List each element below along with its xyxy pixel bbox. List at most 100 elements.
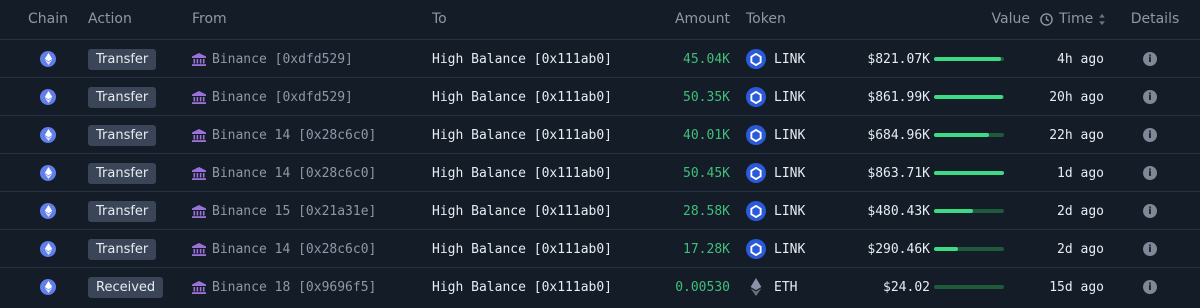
from-address[interactable]: Binance 14 [0x28c6c0] (212, 242, 376, 257)
details-cell: i (1110, 230, 1190, 268)
details-cell: i (1110, 192, 1190, 230)
action-badge[interactable]: Transfer (88, 48, 157, 70)
action-badge[interactable]: Transfer (88, 86, 157, 108)
time-cell: 2d ago (1010, 192, 1104, 230)
header-token[interactable]: Token (746, 0, 846, 38)
header-from[interactable]: From (192, 0, 422, 38)
from-address[interactable]: Binance [0xdfd529] (212, 90, 353, 105)
token-symbol: ETH (774, 279, 798, 295)
from-cell[interactable]: Binance [0xdfd529] (192, 78, 422, 116)
time-cell: 1d ago (1010, 154, 1104, 192)
bank-icon (192, 166, 206, 180)
bank-icon (192, 52, 206, 66)
chain-cell (0, 268, 96, 306)
table-row[interactable]: Transfer Binance [0xdfd529] High Balance [… (0, 77, 1200, 116)
from-address[interactable]: Binance 15 [0x21a31e] (212, 204, 376, 219)
sort-icon[interactable] (1098, 13, 1106, 26)
from-cell[interactable]: Binance [0xdfd529] (192, 40, 422, 78)
action-badge[interactable]: Transfer (88, 124, 157, 146)
info-icon[interactable]: i (1143, 204, 1157, 218)
to-address[interactable]: High Balance [0x111ab0] (432, 166, 612, 181)
bank-icon (192, 204, 206, 218)
table-row[interactable]: Transfer Binance [0xdfd529] High Balance [… (0, 39, 1200, 78)
amount-value: 45.04K (683, 51, 730, 67)
amount-cell: 50.45K (600, 154, 730, 192)
from-cell[interactable]: Binance 15 [0x21a31e] (192, 192, 422, 230)
from-cell[interactable]: Binance 14 [0x28c6c0] (192, 116, 422, 154)
value-bar (934, 133, 1004, 137)
value-bar-fill (934, 247, 958, 251)
chain-cell (0, 154, 96, 192)
details-cell: i (1110, 116, 1190, 154)
action-badge[interactable]: Transfer (88, 200, 157, 222)
to-address[interactable]: High Balance [0x111ab0] (432, 90, 612, 105)
from-cell[interactable]: Binance 18 [0x9696f5] (192, 268, 422, 306)
chain-cell (0, 78, 96, 116)
to-address[interactable]: High Balance [0x111ab0] (432, 204, 612, 219)
amount-cell: 50.35K (600, 78, 730, 116)
to-address[interactable]: High Balance [0x111ab0] (432, 242, 612, 257)
info-icon[interactable]: i (1143, 280, 1157, 294)
details-cell: i (1110, 40, 1190, 78)
action-badge[interactable]: Received (88, 276, 164, 298)
info-icon[interactable]: i (1143, 242, 1157, 256)
table-row[interactable]: Transfer Binance 15 [0x21a31e] High Balanc… (0, 191, 1200, 230)
value-cell: $863.71K (800, 154, 930, 192)
chain-cell (0, 116, 96, 154)
action-cell: Transfer (88, 192, 188, 230)
from-address[interactable]: Binance 18 [0x9696f5] (212, 280, 376, 295)
table-row[interactable]: Transfer Binance 14 [0x28c6c0] High Balanc… (0, 229, 1200, 268)
chainlink-icon (746, 49, 766, 69)
chainlink-icon (746, 163, 766, 183)
table-row[interactable]: Transfer Binance 14 [0x28c6c0] High Balanc… (0, 153, 1200, 192)
value-bar (934, 209, 1004, 213)
header-chain[interactable]: Chain (0, 0, 96, 38)
from-address[interactable]: Binance 14 [0x28c6c0] (212, 166, 376, 181)
value-bar-cell (934, 230, 1006, 268)
action-cell: Transfer (88, 78, 188, 116)
from-address[interactable]: Binance 14 [0x28c6c0] (212, 128, 376, 143)
ethereum-icon (40, 203, 56, 219)
info-icon[interactable]: i (1143, 52, 1157, 66)
time-cell: 22h ago (1010, 116, 1104, 154)
table-row[interactable]: Transfer Binance 14 [0x28c6c0] High Balanc… (0, 115, 1200, 154)
from-address[interactable]: Binance [0xdfd529] (212, 52, 353, 67)
table-header: Chain Action From To Amount Token Value … (0, 0, 1200, 38)
value-bar-fill (934, 209, 974, 213)
action-cell: Transfer (88, 154, 188, 192)
time-ago: 4h ago (1057, 51, 1104, 67)
to-address[interactable]: High Balance [0x111ab0] (432, 280, 612, 295)
chainlink-icon (746, 239, 766, 259)
value-bar-cell (934, 40, 1006, 78)
ethereum-icon (40, 127, 56, 143)
header-value[interactable]: Value (900, 0, 1030, 38)
table-row[interactable]: Received Binance 18 [0x9696f5] High Balanc… (0, 267, 1200, 306)
action-cell: Transfer (88, 230, 188, 268)
ethereum-icon (40, 51, 56, 67)
to-address[interactable]: High Balance [0x111ab0] (432, 128, 612, 143)
value-cell: $684.96K (800, 116, 930, 154)
value-bar (934, 171, 1004, 175)
value-amount: $861.99K (867, 89, 930, 105)
value-amount: $863.71K (867, 165, 930, 181)
details-cell: i (1110, 268, 1190, 306)
ethereum-icon (40, 241, 56, 257)
action-badge[interactable]: Transfer (88, 238, 157, 260)
info-icon[interactable]: i (1143, 90, 1157, 104)
chainlink-icon (746, 125, 766, 145)
time-ago: 2d ago (1057, 203, 1104, 219)
header-amount[interactable]: Amount (600, 0, 730, 38)
header-action[interactable]: Action (88, 0, 188, 38)
amount-cell: 17.28K (600, 230, 730, 268)
to-address[interactable]: High Balance [0x111ab0] (432, 52, 612, 67)
from-cell[interactable]: Binance 14 [0x28c6c0] (192, 154, 422, 192)
info-icon[interactable]: i (1143, 128, 1157, 142)
action-cell: Transfer (88, 40, 188, 78)
action-badge[interactable]: Transfer (88, 162, 157, 184)
value-cell: $290.46K (800, 230, 930, 268)
from-cell[interactable]: Binance 14 [0x28c6c0] (192, 230, 422, 268)
info-icon[interactable]: i (1143, 166, 1157, 180)
header-time[interactable]: Time (1040, 0, 1120, 38)
value-amount: $684.96K (867, 127, 930, 143)
amount-cell: 45.04K (600, 40, 730, 78)
